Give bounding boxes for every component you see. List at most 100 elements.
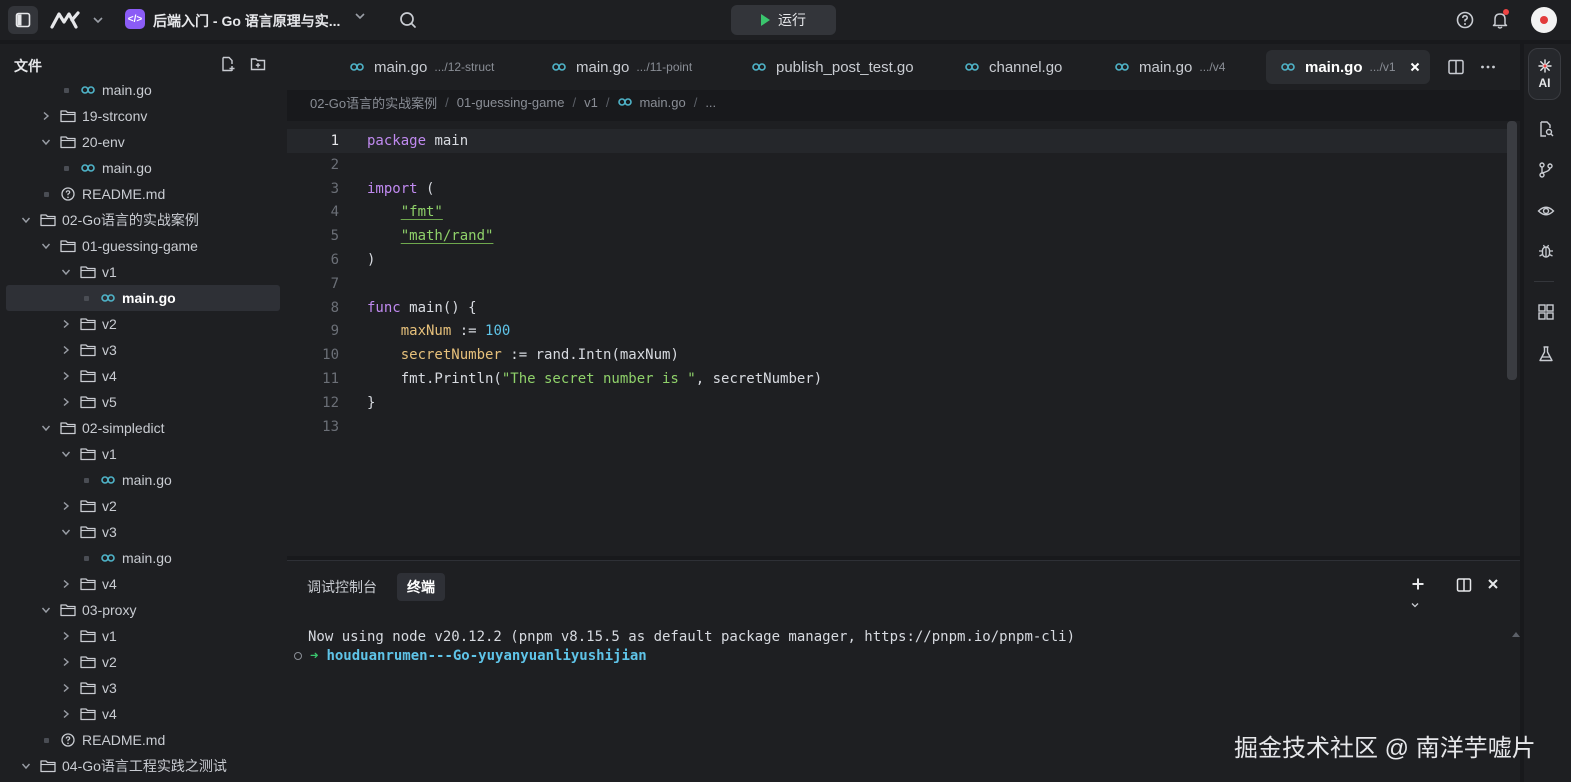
tab-terminal[interactable]: 终端 <box>397 573 445 601</box>
notifications-button[interactable] <box>1489 9 1511 31</box>
code-editor[interactable]: 1 package main 2 3 import (4 "fmt" 5 "math/ra… <box>287 121 1520 556</box>
breadcrumb-segment[interactable]: v1 <box>584 95 598 110</box>
chevron-right-icon[interactable] <box>60 500 72 512</box>
tree-item-folder[interactable]: v3 <box>0 337 287 363</box>
chevron-down-icon[interactable] <box>20 760 32 772</box>
testing-button[interactable] <box>1535 343 1557 365</box>
chevron-down-icon[interactable] <box>60 448 72 460</box>
chevron-right-icon[interactable] <box>60 578 72 590</box>
breadcrumb-segment[interactable]: ... <box>705 95 716 110</box>
tree-item-folder[interactable]: 19-strconv <box>0 103 287 129</box>
tree-item-folder[interactable]: 01-guessing-game <box>0 233 287 259</box>
tree-item-folder[interactable]: v3 <box>0 519 287 545</box>
tree-item-file[interactable]: main.go <box>0 155 287 181</box>
tab-file[interactable]: main.go .../v4 <box>1102 50 1235 84</box>
code-line[interactable]: 6) <box>287 248 1507 272</box>
editor-scrollbar[interactable] <box>1507 121 1517 380</box>
help-button[interactable] <box>1454 9 1476 31</box>
tree-item-folder[interactable]: v4 <box>0 701 287 727</box>
tree-item-folder[interactable]: v2 <box>0 311 287 337</box>
breadcrumb-segment[interactable]: main.go <box>639 95 685 110</box>
code-line[interactable]: 4 "fmt" <box>287 200 1507 224</box>
chevron-down-icon[interactable] <box>40 240 52 252</box>
code-line[interactable]: 10 secretNumber := rand.Intn(maxNum) <box>287 343 1507 367</box>
breadcrumb-segment[interactable]: 01-guessing-game <box>457 95 565 110</box>
chevron-down-icon[interactable] <box>40 136 52 148</box>
tree-item-folder[interactable]: 03-proxy <box>0 597 287 623</box>
tab-file[interactable]: main.go .../12-struct <box>337 50 504 84</box>
project-menu-chevron[interactable] <box>354 10 366 22</box>
terminal-prompt[interactable]: ➜ houduanrumen---Go-yuyanyuanliyushijian <box>294 648 647 664</box>
user-avatar[interactable] <box>1531 7 1557 33</box>
chevron-right-icon[interactable] <box>60 656 72 668</box>
tab-file[interactable]: channel.go <box>952 50 1072 84</box>
new-terminal-button[interactable] <box>1411 577 1435 608</box>
code-line[interactable]: 7 <box>287 272 1507 296</box>
new-folder-button[interactable] <box>250 56 266 72</box>
code-line[interactable]: 1 package main <box>287 129 1507 153</box>
code-line[interactable]: 13 <box>287 415 1507 439</box>
tree-item-file[interactable]: README.md <box>0 181 287 207</box>
chevron-right-icon[interactable] <box>40 110 52 122</box>
debug-button[interactable] <box>1535 240 1557 262</box>
run-button[interactable]: 运行 <box>731 5 836 35</box>
tree-item-file[interactable]: main.go <box>6 285 280 311</box>
chevron-right-icon[interactable] <box>60 708 72 720</box>
tree-item-folder[interactable]: v3 <box>0 675 287 701</box>
chevron-right-icon[interactable] <box>60 396 72 408</box>
ai-assistant-button[interactable]: AI <box>1528 48 1561 100</box>
chevron-right-icon[interactable] <box>60 318 72 330</box>
tree-item-file[interactable]: main.go <box>0 545 287 571</box>
code-line[interactable]: 3 import ( <box>287 177 1507 201</box>
code-line[interactable]: 9 maxNum := 100 <box>287 319 1507 343</box>
chevron-right-icon[interactable] <box>60 630 72 642</box>
chevron-down-icon[interactable] <box>60 526 72 538</box>
tree-item-folder[interactable]: v4 <box>0 571 287 597</box>
tree-item-folder[interactable]: v2 <box>0 493 287 519</box>
tree-item-folder[interactable]: v5 <box>0 389 287 415</box>
new-file-button[interactable] <box>220 56 236 72</box>
tab-debug-console[interactable]: 调试控制台 <box>297 573 387 601</box>
close-tab-icon[interactable] <box>1410 59 1420 75</box>
more-actions-button[interactable] <box>1479 58 1497 76</box>
code-line[interactable]: 12} <box>287 391 1507 415</box>
tree-item-file[interactable]: README.md <box>0 727 287 753</box>
chevron-right-icon[interactable] <box>60 682 72 694</box>
chevron-down-icon[interactable] <box>60 266 72 278</box>
tree-item-folder[interactable]: 04-Go语言工程实践之测试 <box>0 753 287 779</box>
chevron-right-icon[interactable] <box>60 344 72 356</box>
tree-item-folder[interactable]: v4 <box>0 363 287 389</box>
chevron-down-icon[interactable] <box>40 422 52 434</box>
tab-file[interactable]: main.go .../11-point <box>539 50 702 84</box>
close-panel-button[interactable] <box>1487 577 1503 595</box>
sidebar-toggle-button[interactable] <box>8 6 38 34</box>
code-line[interactable]: 5 "math/rand" <box>287 224 1507 248</box>
extensions-button[interactable] <box>1535 301 1557 323</box>
tree-item-folder[interactable]: v1 <box>0 259 287 285</box>
tree-item-folder[interactable]: 02-Go语言的实战案例 <box>0 207 287 233</box>
tree-item-file[interactable]: main.go <box>0 467 287 493</box>
tree-item-folder[interactable]: 20-env <box>0 129 287 155</box>
search-button[interactable] <box>397 9 419 31</box>
project-title[interactable]: 后端入门 - Go 语言原理与实... <box>153 11 340 31</box>
code-line[interactable]: 2 <box>287 153 1507 177</box>
split-editor-button[interactable] <box>1447 58 1465 76</box>
file-search-button[interactable] <box>1535 118 1557 140</box>
terminal-scroll-up-icon[interactable] <box>1512 632 1520 637</box>
breadcrumb-segment[interactable]: 02-Go语言的实战案例 <box>310 93 437 112</box>
tree-item-file[interactable]: main.go <box>0 77 287 103</box>
chevron-down-icon[interactable] <box>20 214 32 226</box>
tree-item-folder[interactable]: v1 <box>0 441 287 467</box>
split-terminal-button[interactable] <box>1456 577 1474 595</box>
chevron-right-icon[interactable] <box>60 370 72 382</box>
tab-file[interactable]: publish_post_test.go <box>739 50 924 84</box>
code-line[interactable]: 11 fmt.Println("The secret number is ", … <box>287 367 1507 391</box>
tab-active-file[interactable]: main.go .../v1 <box>1266 50 1430 84</box>
source-control-button[interactable] <box>1535 159 1557 181</box>
preview-button[interactable] <box>1535 200 1557 222</box>
tree-item-folder[interactable]: 02-simpledict <box>0 415 287 441</box>
marscode-logo-menu[interactable] <box>50 8 104 32</box>
tree-item-folder[interactable]: v1 <box>0 623 287 649</box>
chevron-down-icon[interactable] <box>40 604 52 616</box>
code-line[interactable]: 8 func main() { <box>287 296 1507 320</box>
